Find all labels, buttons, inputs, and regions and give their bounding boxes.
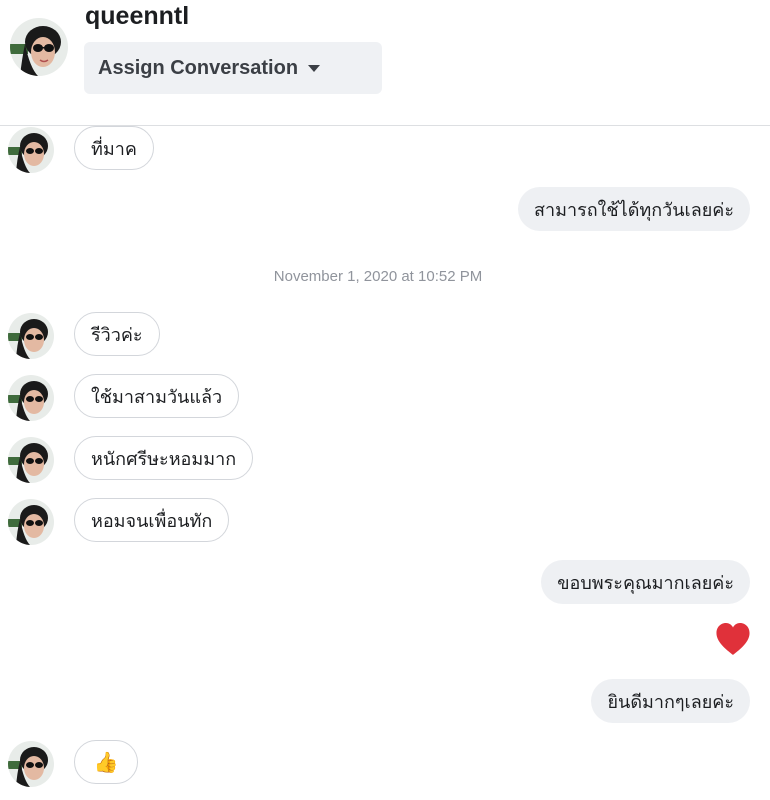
- message-text: ยินดีมากๆเลยค่ะ: [607, 691, 734, 713]
- contact-avatar[interactable]: [10, 18, 68, 76]
- incoming-message[interactable]: 👍: [74, 740, 138, 784]
- contact-name: queenntl: [85, 2, 190, 30]
- incoming-message[interactable]: หนักศรีษะหอมมาก: [74, 436, 254, 480]
- outgoing-message[interactable]: ขอบพระคุณมากเลยค่ะ: [541, 560, 750, 604]
- message-text: ใช้มาสามวันแล้ว: [91, 386, 223, 408]
- incoming-message[interactable]: ที่มาค: [74, 126, 154, 170]
- outgoing-message[interactable]: สามารถใช้ได้ทุกวันเลยค่ะ: [518, 187, 750, 231]
- sender-avatar[interactable]: [8, 375, 54, 421]
- incoming-message[interactable]: หอมจนเพื่อนทัก: [74, 498, 230, 542]
- thumbs-up-icon: 👍: [93, 750, 119, 774]
- message-text: รีวิวค่ะ: [91, 324, 143, 346]
- conversation-header: queenntl Assign Conversation: [0, 0, 770, 126]
- sender-avatar[interactable]: [8, 741, 54, 787]
- caret-down-icon: [308, 64, 321, 72]
- assign-conversation-button[interactable]: Assign Conversation: [84, 42, 382, 94]
- sender-avatar[interactable]: [8, 313, 54, 359]
- conversation-timestamp: November 1, 2020 at 10:52 PM: [273, 268, 483, 285]
- message-text: ที่มาค: [91, 138, 137, 160]
- incoming-message[interactable]: รีวิวค่ะ: [74, 312, 160, 356]
- sender-avatar[interactable]: [8, 127, 54, 173]
- messenger-conversation: queenntl Assign Conversation ที่มาค สามา…: [0, 0, 770, 800]
- outgoing-message[interactable]: ยินดีมากๆเลยค่ะ: [591, 679, 750, 723]
- incoming-message[interactable]: ใช้มาสามวันแล้ว: [74, 374, 240, 418]
- message-text: ขอบพระคุณมากเลยค่ะ: [557, 572, 734, 594]
- message-text: หอมจนเพื่อนทัก: [91, 510, 213, 532]
- message-text: หนักศรีษะหอมมาก: [91, 448, 237, 470]
- message-text: สามารถใช้ได้ทุกวันเลยค่ะ: [534, 199, 734, 221]
- sender-avatar[interactable]: [8, 499, 54, 545]
- sender-avatar[interactable]: [8, 437, 54, 483]
- assign-conversation-label: Assign Conversation: [98, 56, 299, 79]
- heart-icon[interactable]: [715, 622, 751, 656]
